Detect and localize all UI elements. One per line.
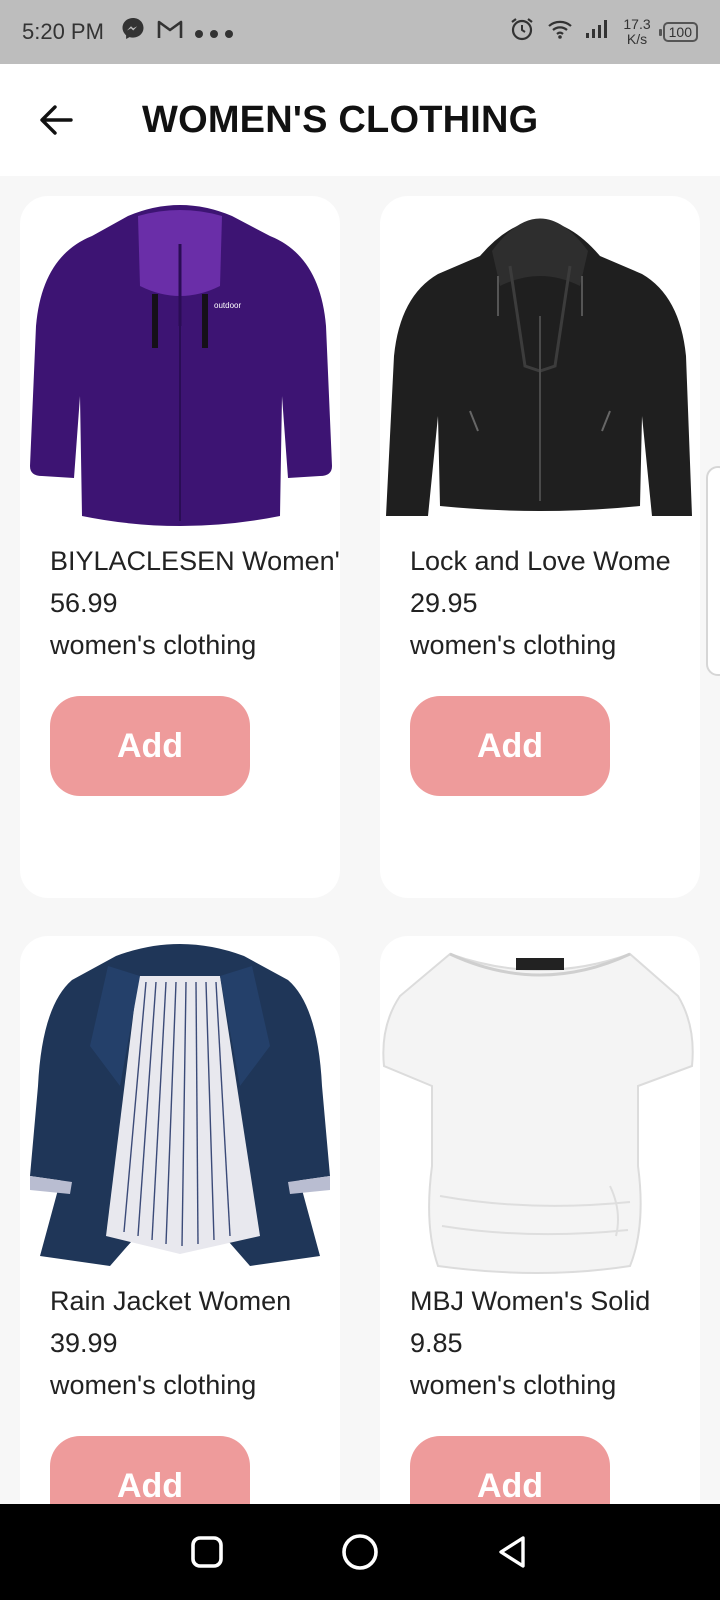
add-to-cart-button[interactable]: Add [50, 696, 250, 796]
more-dots-icon [194, 19, 234, 45]
product-name: Rain Jacket Women [50, 1286, 292, 1316]
add-to-cart-button[interactable]: Add [50, 1436, 250, 1504]
network-speed: 17.3 K/s [623, 17, 650, 47]
product-name: BIYLACLESEN Women' [50, 546, 340, 576]
add-to-cart-button[interactable]: Add [410, 696, 610, 796]
product-image-black-leather-jacket [386, 218, 692, 516]
recents-button[interactable] [177, 1522, 237, 1582]
home-circle-icon [342, 1534, 378, 1570]
product-card[interactable]: MBJ Women's Solid 9.85 women's clothing … [380, 936, 700, 1504]
product-category: women's clothing [410, 1370, 617, 1400]
messenger-icon [120, 16, 146, 48]
product-card[interactable]: Rain Jacket Women 39.99 women's clothing… [20, 936, 340, 1504]
product-price: 9.85 [410, 1328, 463, 1358]
product-grid: outdoor BIYLACLESEN Women' 56.99 women's… [0, 176, 720, 1504]
system-back-button[interactable] [483, 1522, 543, 1582]
battery-indicator: 100 [658, 22, 698, 42]
screen: 5:20 PM 17.3 K/s 100 WOMEN'S CLOTHING ou… [0, 0, 720, 1600]
gmail-icon [156, 18, 184, 46]
back-button[interactable] [26, 90, 86, 150]
status-bar: 5:20 PM 17.3 K/s 100 [0, 0, 720, 64]
product-name: Lock and Love Wome [410, 546, 671, 576]
home-button[interactable] [330, 1522, 390, 1582]
product-category: women's clothing [50, 630, 257, 660]
signal-icon [585, 18, 611, 46]
wifi-icon [547, 18, 573, 46]
product-category: women's clothing [50, 1370, 257, 1400]
product-card[interactable]: Lock and Love Wome 29.95 women's clothin… [380, 196, 700, 898]
status-time: 5:20 PM [22, 19, 104, 44]
edge-panel-handle[interactable] [706, 466, 720, 676]
page-title: WOMEN'S CLOTHING [142, 98, 539, 141]
network-speed-value: 17.3 [623, 16, 651, 32]
app-bar: WOMEN'S CLOTHING [0, 64, 720, 176]
system-nav-bar [0, 1504, 720, 1600]
arrow-left-icon [40, 105, 73, 135]
product-image-purple-jacket: outdoor [30, 205, 332, 526]
svg-text:outdoor: outdoor [214, 301, 241, 310]
product-name: MBJ Women's Solid [410, 1286, 651, 1316]
product-card[interactable]: outdoor BIYLACLESEN Women' 56.99 women's… [20, 196, 340, 898]
product-image-white-top [382, 952, 694, 1274]
product-price: 56.99 [50, 588, 118, 618]
alarm-icon [509, 16, 535, 48]
product-price: 39.99 [50, 1328, 118, 1358]
product-image-navy-rain-jacket [30, 944, 330, 1266]
recents-square-icon [190, 1536, 223, 1568]
add-to-cart-button[interactable]: Add [410, 1436, 610, 1504]
network-speed-unit: K/s [626, 31, 648, 47]
product-category: women's clothing [410, 630, 617, 660]
back-triangle-icon [499, 1536, 526, 1568]
product-price: 29.95 [410, 588, 478, 618]
